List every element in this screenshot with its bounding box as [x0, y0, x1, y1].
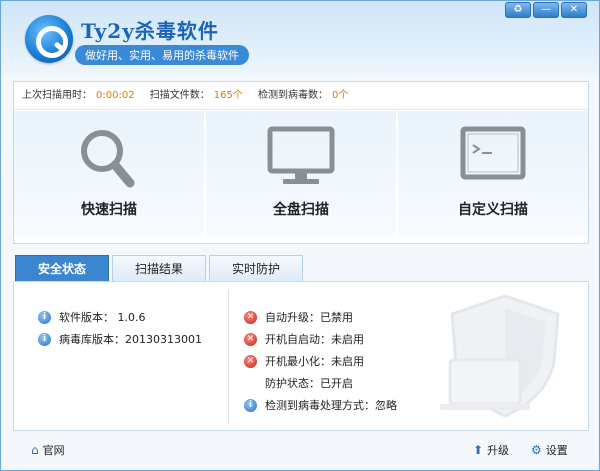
status-text: 自动升级：已禁用: [265, 311, 353, 324]
app-logo: [25, 15, 73, 63]
virus-value: 0个: [332, 90, 349, 101]
status-auto-upgrade: ✕ 自动升级：已禁用: [244, 309, 353, 325]
files-label: 扫描文件数：: [149, 90, 210, 101]
custom-scan-label: 自定义扫描: [458, 202, 528, 218]
arrow-up-icon: ⬆: [473, 443, 484, 457]
scan-actions: 快速扫描 全盘扫描 自定义扫描: [14, 111, 588, 236]
error-icon: ✕: [244, 354, 257, 368]
divider: [228, 290, 229, 424]
quick-scan-label: 快速扫描: [81, 202, 137, 218]
status-autostart: ✕ 开机自启动：未启用: [244, 331, 364, 347]
quick-scan-button[interactable]: 快速扫描: [14, 111, 206, 236]
last-scan-value: 0:00:02: [96, 90, 135, 101]
home-icon: ⌂: [31, 443, 39, 457]
close-button[interactable]: ✕: [561, 2, 587, 18]
tab-bar: 安全状态 扫描结果 实时防护: [15, 255, 303, 282]
info-icon: i: [38, 310, 51, 324]
blank-icon: [244, 377, 257, 390]
db-version-row: i 病毒库版本：20130313001: [38, 331, 202, 347]
minimize-button[interactable]: —: [533, 2, 559, 18]
full-scan-button[interactable]: 全盘扫描: [206, 111, 398, 236]
scan-panel: 上次扫描用时： 0:00:02 扫描文件数： 165个 检测到病毒数： 0个 快速扫描…: [13, 81, 589, 244]
software-version-row: i 软件版本： 1.0.6: [38, 309, 146, 325]
window-controls: ♻ — ✕: [505, 2, 587, 18]
shield-watermark-icon: [440, 294, 560, 418]
status-text: 防护状态：已开启: [265, 377, 353, 390]
virus-label: 检测到病毒数：: [258, 90, 329, 101]
tab-scan-results[interactable]: 扫描结果: [112, 255, 206, 282]
last-scan-label: 上次扫描用时：: [22, 90, 92, 101]
files-value: 165个: [213, 90, 243, 101]
status-text: 开机最小化：未启用: [265, 355, 364, 368]
gear-icon: ⚙: [531, 443, 542, 457]
status-virus-action: i 检测到病毒处理方式：忽略: [244, 397, 397, 413]
db-version: 病毒库版本：20130313001: [59, 333, 202, 346]
error-icon: ✕: [244, 310, 257, 324]
tab-content: i 软件版本： 1.0.6 i 病毒库版本：20130313001 ✕ 自动升级…: [13, 281, 589, 431]
settings-label: 设置: [545, 444, 568, 457]
website-link[interactable]: ⌂ 官网: [31, 442, 65, 458]
status-start-minimized: ✕ 开机最小化：未启用: [244, 353, 364, 369]
custom-scan-button[interactable]: 自定义扫描: [398, 111, 588, 236]
status-protection: 防护状态：已开启: [244, 375, 353, 391]
skin-button[interactable]: ♻: [505, 2, 531, 18]
app-title: Ty2y杀毒软件: [81, 19, 219, 43]
info-icon: i: [38, 332, 51, 346]
info-icon: i: [244, 398, 257, 412]
full-scan-label: 全盘扫描: [273, 202, 329, 218]
monitor-icon: [267, 126, 335, 184]
status-text: 开机自启动：未启用: [265, 333, 364, 346]
app-subtitle: 做好用、实用、易用的杀毒软件: [75, 45, 249, 65]
software-version: 软件版本： 1.0.6: [59, 311, 146, 324]
terminal-icon: [460, 126, 526, 180]
upgrade-button[interactable]: ⬆ 升级: [473, 442, 509, 458]
website-label: 官网: [42, 444, 65, 457]
app-window: Ty2y杀毒软件 做好用、实用、易用的杀毒软件 ♻ — ✕ 上次扫描用时： 0:0…: [0, 0, 600, 471]
settings-button[interactable]: ⚙ 设置: [531, 442, 568, 458]
magnifier-icon: [81, 130, 135, 188]
scan-stats: 上次扫描用时： 0:00:02 扫描文件数： 165个 检测到病毒数： 0个: [14, 82, 588, 110]
footer: ⌂ 官网 ⬆ 升级 ⚙ 设置: [1, 430, 599, 470]
upgrade-label: 升级: [487, 444, 510, 457]
tab-realtime-protection[interactable]: 实时防护: [209, 255, 303, 282]
status-text: 检测到病毒处理方式：忽略: [265, 399, 397, 412]
tab-security-status[interactable]: 安全状态: [15, 255, 109, 282]
error-icon: ✕: [244, 332, 257, 346]
